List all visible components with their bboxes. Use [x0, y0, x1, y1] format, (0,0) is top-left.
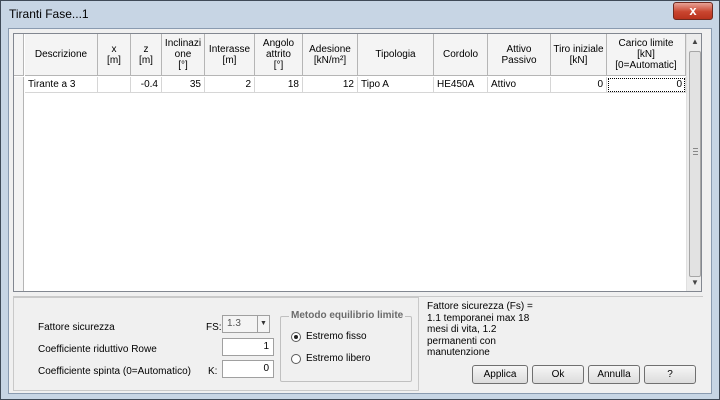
column-header[interactable]: Carico limite [kN] [0=Automatic]: [607, 34, 686, 76]
column-header[interactable]: Tipologia: [358, 34, 434, 76]
fattore-sicurezza-label: Fattore sicurezza: [38, 322, 115, 333]
annulla-button[interactable]: Annulla: [588, 365, 640, 384]
radio-estremo-libero[interactable]: [291, 354, 301, 364]
fs-label: FS:: [206, 322, 222, 333]
title-bar: Tiranti Fase...1 x: [1, 1, 719, 27]
table-cell[interactable]: HE450A: [434, 77, 488, 93]
applica-button[interactable]: Applica: [472, 365, 528, 384]
ok-button[interactable]: Ok: [532, 365, 584, 384]
dialog-window: Tiranti Fase...1 x Descrizione x [m] z [m]…: [0, 0, 720, 400]
table-cell[interactable]: 35: [162, 77, 205, 93]
table-cell[interactable]: Attivo: [488, 77, 551, 93]
k-input[interactable]: 0: [222, 360, 274, 378]
column-header[interactable]: Adesione [kN/m²]: [303, 34, 358, 76]
metodo-groupbox: Metodo equilibrio limite Estremo fisso E…: [280, 310, 412, 382]
column-header[interactable]: Tiro iniziale [kN]: [551, 34, 607, 76]
dialog-client-area: Descrizione x [m] z [m] Inclinazi one [°] In…: [8, 28, 712, 394]
table-cell[interactable]: 18: [255, 77, 303, 93]
estremo-libero-label[interactable]: Estremo libero: [306, 353, 370, 364]
column-header[interactable]: x [m]: [98, 34, 131, 76]
column-header[interactable]: Attivo Passivo: [488, 34, 551, 76]
estremo-fisso-label[interactable]: Estremo fisso: [306, 331, 367, 342]
row-indicator-header: [14, 34, 24, 76]
column-header[interactable]: Interasse [m]: [205, 34, 255, 76]
scroll-down-icon[interactable]: ▼: [687, 275, 701, 291]
scroll-up-icon[interactable]: ▲: [687, 34, 701, 50]
grid-header-row: Descrizione x [m] z [m] Inclinazi one [°] In…: [14, 34, 686, 76]
table-cell[interactable]: Tirante a 3: [25, 77, 98, 93]
grid-vertical-scrollbar[interactable]: ▲ ▼: [686, 34, 701, 291]
table-cell[interactable]: -0.4: [131, 77, 162, 93]
metodo-title: Metodo equilibrio limite: [289, 310, 406, 321]
chevron-down-icon[interactable]: ▼: [257, 316, 269, 332]
table-cell[interactable]: Tipo A: [358, 77, 434, 93]
table-cell[interactable]: 12: [303, 77, 358, 93]
table-cell[interactable]: 2: [205, 77, 255, 93]
table-cell[interactable]: 0: [551, 77, 607, 93]
column-header[interactable]: Inclinazi one [°]: [162, 34, 205, 76]
close-button[interactable]: x: [673, 2, 713, 20]
tiranti-grid[interactable]: Descrizione x [m] z [m] Inclinazi one [°] In…: [13, 33, 702, 292]
rowe-input[interactable]: 1: [222, 338, 274, 356]
table-row[interactable]: Tirante a 3 -0.4 35 2 18 12 Tipo A HE450A Attivo…: [14, 77, 686, 93]
fs-combo[interactable]: 1.3 ▼: [222, 315, 270, 333]
parameters-panel: Fattore sicurezza FS: 1.3 ▼ Coefficiente…: [13, 297, 419, 391]
radio-estremo-fisso[interactable]: [291, 332, 301, 342]
k-label: K:: [208, 366, 218, 377]
fs-value: 1.3: [227, 318, 241, 329]
spinta-label: Coefficiente spinta (0=Automatico): [38, 366, 191, 377]
column-header[interactable]: Descrizione: [25, 34, 98, 76]
column-header[interactable]: Cordolo: [434, 34, 488, 76]
scrollbar-thumb[interactable]: [689, 51, 701, 277]
row-indicator-body: [14, 77, 24, 291]
column-header[interactable]: z [m]: [131, 34, 162, 76]
close-icon: x: [689, 3, 697, 18]
help-button[interactable]: ?: [644, 365, 696, 384]
window-title: Tiranti Fase...1: [9, 7, 89, 21]
table-cell[interactable]: [98, 77, 131, 93]
rowe-label: Coefficiente riduttivo Rowe: [38, 344, 157, 355]
info-text: Fattore sicurezza (Fs) = 1.1 temporanei …: [427, 301, 533, 358]
column-header[interactable]: Angolo attrito [°]: [255, 34, 303, 76]
table-cell[interactable]: 0: [607, 77, 686, 93]
